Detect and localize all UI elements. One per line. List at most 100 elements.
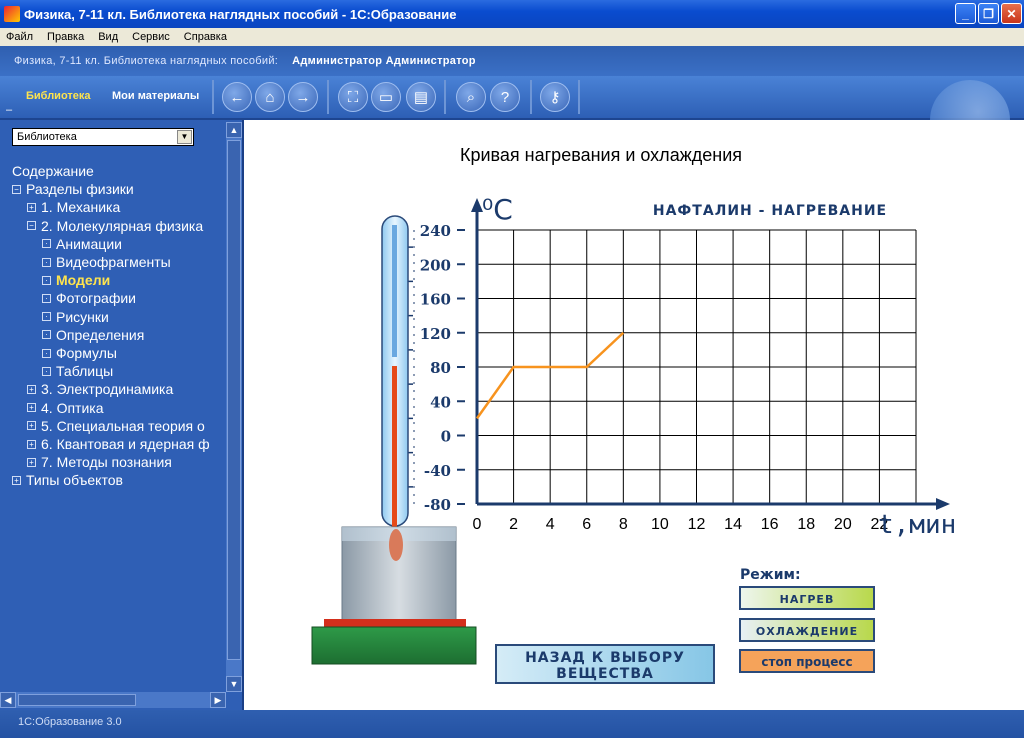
presentation-icon[interactable]: ▭ <box>371 82 401 112</box>
sidebar-horizontal-scrollbar[interactable]: ◀ ▶ <box>0 692 226 708</box>
print-icon[interactable]: ▤ <box>406 82 436 112</box>
leaf-icon[interactable]: · <box>42 294 51 304</box>
chevron-down-icon[interactable]: ▼ <box>177 130 192 144</box>
leaf-icon[interactable]: · <box>42 366 51 376</box>
home-icon[interactable]: ⌂ <box>255 82 285 112</box>
tree-item[interactable]: · Формулы <box>12 344 226 362</box>
tree-item[interactable]: · Анимации <box>12 235 226 253</box>
expand-icon[interactable]: + <box>27 457 36 467</box>
model-panel: Кривая нагревания и охлаждения НАФТАЛИН … <box>244 120 1024 710</box>
restore-button[interactable]: ❐ <box>978 3 999 24</box>
menu-view[interactable]: Вид <box>92 31 126 43</box>
tree-item-label: 7. Методы познания <box>41 454 172 471</box>
search-icon[interactable]: ⌕ <box>456 82 486 112</box>
toolbar-separator <box>444 80 446 114</box>
leaf-icon[interactable]: · <box>42 312 51 322</box>
app-icon <box>4 6 20 22</box>
fullscreen-icon[interactable]: ⛶ <box>338 82 368 112</box>
x-tick-label: 12 <box>688 516 706 533</box>
toolbar-separator <box>212 80 214 114</box>
scroll-thumb[interactable] <box>18 694 136 706</box>
back-arrow-icon[interactable]: ← <box>222 82 252 112</box>
library-select[interactable]: Библиотека ▼ <box>12 128 194 146</box>
x-axis-arrow <box>936 498 950 510</box>
content-tree: Содержание − Разделы физики +1. Механика −2.… <box>12 162 226 490</box>
menu-help[interactable]: Справка <box>178 31 235 43</box>
app-header: Физика, 7-11 кл. Библиотека наглядных по… <box>0 46 1024 76</box>
cool-button[interactable]: ОХЛАЖДЕНИЕ <box>739 618 875 642</box>
sidebar-vertical-scrollbar[interactable]: ▲ ▼ <box>226 122 242 692</box>
tree-item[interactable]: · Модели <box>12 271 226 289</box>
y-axis-tick-labels: 240 200 160 120 80 40 0 -40 -80 <box>407 222 465 514</box>
tree-item-label: 3. Электродинамика <box>41 381 174 398</box>
tree-item-label: Типы объектов <box>26 472 123 489</box>
menu-service[interactable]: Сервис <box>126 31 178 43</box>
leaf-icon[interactable]: · <box>42 239 51 249</box>
help-icon[interactable]: ? <box>490 82 520 112</box>
scroll-down-button[interactable]: ▼ <box>226 676 242 692</box>
y-tick-label: 0 <box>441 428 451 446</box>
leaf-icon[interactable]: · <box>42 348 51 358</box>
x-axis-unit: t,мин <box>878 510 956 540</box>
tree-item[interactable]: − Разделы физики <box>12 180 226 198</box>
tree-item-label: Содержание <box>12 163 94 179</box>
leaf-icon[interactable]: · <box>42 275 51 285</box>
close-button[interactable]: ✕ <box>1001 3 1022 24</box>
collapse-button[interactable]: – <box>6 104 12 116</box>
minimize-button[interactable]: _ <box>955 3 976 24</box>
cool-button-label: ОХЛАЖДЕНИЕ <box>756 625 858 638</box>
tree-item[interactable]: +3. Электродинамика <box>12 380 226 398</box>
heat-button[interactable]: НАГРЕВ <box>739 586 875 610</box>
expand-icon[interactable]: + <box>12 476 21 486</box>
key-icon[interactable]: ⚷ <box>540 82 570 112</box>
menu-edit[interactable]: Правка <box>41 31 92 43</box>
tree-item[interactable]: +6. Квантовая и ядерная ф <box>12 435 226 453</box>
tree-item[interactable]: +5. Специальная теория о <box>12 417 226 435</box>
scroll-up-button[interactable]: ▲ <box>226 122 242 138</box>
tree-item-label: Формулы <box>56 345 117 362</box>
scroll-left-button[interactable]: ◀ <box>0 692 16 708</box>
y-tick-label: 200 <box>420 256 451 274</box>
y-tick-label: 160 <box>420 291 451 309</box>
collapse-icon[interactable]: − <box>12 184 21 194</box>
tab-library[interactable]: Библиотека <box>26 90 91 102</box>
tree-item[interactable]: +1. Механика <box>12 198 226 216</box>
tree-item[interactable]: −2. Молекулярная физика <box>12 217 226 235</box>
expand-icon[interactable]: + <box>27 203 36 212</box>
scroll-thumb[interactable] <box>227 140 241 660</box>
tree-item[interactable]: · Определения <box>12 326 226 344</box>
leaf-icon[interactable]: · <box>42 330 51 340</box>
tree-item[interactable]: + Типы объектов <box>12 471 226 489</box>
expand-icon[interactable]: + <box>27 403 36 413</box>
tree-item[interactable]: +7. Методы познания <box>12 453 226 471</box>
collapse-icon[interactable]: − <box>27 221 36 231</box>
y-tick-label: 40 <box>430 393 451 411</box>
leaf-icon[interactable]: · <box>42 257 51 267</box>
forward-arrow-icon[interactable]: → <box>288 82 318 112</box>
menu-file[interactable]: Файл <box>0 31 41 43</box>
tree-item[interactable]: · Видеофрагменты <box>12 253 226 271</box>
tree-item[interactable]: · Фотографии <box>12 289 226 307</box>
tree-item-label: Анимации <box>56 235 122 252</box>
tree-item[interactable]: +4. Оптика <box>12 399 226 417</box>
tree-item-label: Определения <box>56 326 145 343</box>
app-name: Физика, 7-11 кл. Библиотека наглядных по… <box>14 55 279 67</box>
window-title: Физика, 7-11 кл. Библиотека наглядных по… <box>24 6 457 22</box>
tree-item[interactable]: · Рисунки <box>12 308 226 326</box>
expand-icon[interactable]: + <box>27 385 36 395</box>
scroll-right-button[interactable]: ▶ <box>210 692 226 708</box>
x-axis-tick-labels: 0 2 4 6 8 10 12 14 16 18 20 22 <box>473 516 889 533</box>
tree-item[interactable]: · Таблицы <box>12 362 226 380</box>
back-button-line1: НАЗАД К ВЫБОРУ <box>525 650 685 666</box>
tab-my-materials[interactable]: Мои материалы <box>112 90 199 102</box>
tree-item[interactable]: Содержание <box>12 162 226 180</box>
expand-icon[interactable]: + <box>27 421 36 431</box>
x-tick-label: 0 <box>473 516 482 533</box>
tree-item-label: Разделы физики <box>26 181 134 198</box>
y-tick-label: -80 <box>424 496 451 514</box>
back-to-substance-button[interactable]: НАЗАД К ВЫБОРУ ВЕЩЕСТВА <box>495 644 715 684</box>
x-tick-label: 10 <box>651 516 669 533</box>
stop-process-button[interactable]: стоп процесс <box>739 649 875 673</box>
y-tick-label: 240 <box>420 222 451 240</box>
expand-icon[interactable]: + <box>27 439 36 449</box>
